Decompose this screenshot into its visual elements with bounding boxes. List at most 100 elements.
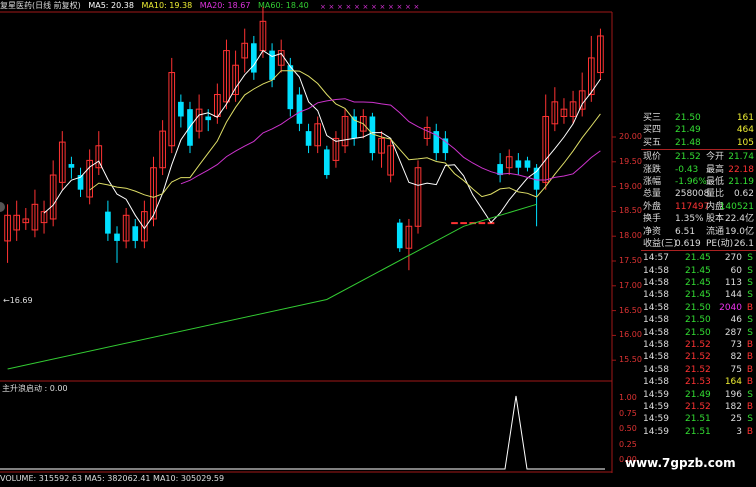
price-tick: 16.00 [619,330,642,340]
trade-volume: 46 [730,315,742,326]
trade-price: 21.45 [685,265,711,276]
stat-value-2: 140521 [719,201,754,212]
indicator-tick: 1.00 [619,393,637,402]
trade-price: 21.52 [685,352,711,363]
trade-price: 21.50 [685,315,711,326]
stat-value: 0.619 [675,238,701,249]
ma20-label: MA20: 18.67 [199,1,251,10]
candle-body [396,222,403,249]
trade-volume: 113 [724,278,742,289]
trade-price: 21.45 [685,253,711,264]
signal-marker: × [346,3,352,11]
trade-row[interactable]: 14:58 21.45 113 S [641,277,756,289]
ma60-label: MA60: 18.40 [258,1,309,10]
ma5-label: MA5: 20.38 [88,1,134,10]
trade-volume: 75 [730,364,742,375]
stat-value: 258008 [675,189,710,200]
panel-divider [641,149,756,151]
stat-label: 总量 [643,189,662,200]
trade-row[interactable]: 14:58 21.52 82 B [641,351,756,363]
bid-volume: 161 [736,113,754,123]
chart-header: 复星医药(日线 前复权) MA5: 20.38 MA10: 19.38 MA20… [0,0,314,12]
trade-list[interactable]: 14:57 21.45 270 S 14:58 21.45 60 S 14:58 2… [641,252,756,438]
trade-volume: 3 [736,426,742,437]
signal-marker: × [414,3,420,11]
candle-body [478,222,486,225]
price-tick: 19.00 [619,181,642,191]
stats-list: 现价 21.52 今开 21.74 涨跌 -0.43 最高 22.18 涨幅 -1.… [641,151,756,252]
trade-row[interactable]: 14:59 21.52 182 B [641,401,756,413]
trade-direction: B [746,302,753,313]
stat-value-2: 22.18 [728,164,754,175]
trade-volume: 2040 [719,302,742,313]
bid-row[interactable]: 买五 21.48 105 [641,137,756,149]
indicator-tick: 0.75 [619,408,637,418]
stat-row: 涨幅 -1.96% 最低 21.19 [641,176,756,188]
signal-marker: × [320,3,326,11]
trade-volume: 182 [724,401,742,412]
stat-row: 总量 258008 量比 0.62 [641,188,756,200]
trade-volume: 287 [724,327,742,338]
stat-label-2: 最低 [706,176,725,187]
candle-body [451,222,458,225]
trade-row[interactable]: 14:58 21.52 75 B [641,364,756,376]
stat-label: 涨幅 [643,176,662,187]
price-tick: 15.50 [619,355,642,365]
trade-direction: B [746,340,753,351]
candle-body [178,101,184,117]
trade-row[interactable]: 14:59 21.51 3 B [641,426,756,438]
stat-label: 收益(三) [643,238,678,249]
price-tick: 17.50 [619,256,642,265]
stat-label: 外盘 [643,201,662,212]
trade-row[interactable]: 14:57 21.45 270 S [641,252,756,264]
trade-time: 14:58 [643,340,669,351]
bid-volume: 105 [736,137,754,148]
signal-marker: × [380,3,386,11]
trade-time: 14:59 [643,426,669,437]
candle-body [287,65,294,110]
stat-value: -1.96% [675,176,707,187]
candle-body [132,226,139,241]
trade-price: 21.51 [685,426,711,437]
stat-label-2: 量比 [706,189,725,200]
candle-body [68,164,75,168]
price-tick: 19.50 [619,156,642,166]
candle-body [251,43,257,73]
trade-row[interactable]: 14:59 21.49 196 S [641,389,756,401]
low-price-marker: ←16.69 [3,296,33,305]
price-tick: 17.00 [619,280,642,290]
signal-marker: × [329,3,335,11]
stat-label-2: PE(动) [706,238,734,249]
signal-marker: × [405,3,411,11]
stat-value: 117497 [675,201,710,212]
trade-row[interactable]: 14:58 21.50 287 S [641,327,756,339]
candle-body [524,160,531,168]
trade-volume: 144 [724,290,742,301]
trade-direction: B [746,364,753,375]
trade-price: 21.52 [685,340,711,351]
panel-divider [641,250,756,252]
bid-row[interactable]: 买四 21.49 464 [641,124,756,136]
trade-time: 14:58 [643,278,669,289]
trade-volume: 270 [724,253,742,264]
trade-price: 21.50 [685,302,711,313]
trade-price: 21.52 [685,364,711,375]
stat-value-2: 0.62 [733,189,754,200]
trade-row[interactable]: 14:58 21.45 144 S [641,289,756,301]
trade-volume: 82 [730,352,742,363]
candle-body [515,160,522,168]
stat-label-2: 最高 [706,164,725,175]
stat-label-2: 今开 [706,152,725,163]
trade-volume: 60 [730,265,742,276]
trade-row[interactable]: 14:59 21.51 25 S [641,413,756,425]
signal-marker: × [337,3,343,11]
trade-row[interactable]: 14:58 21.50 46 S [641,314,756,326]
price-tick: 20.00 [619,132,642,141]
trade-row[interactable]: 14:58 21.45 60 S [641,265,756,277]
bid-row[interactable]: 买三 21.50 161 [641,112,756,124]
trade-row[interactable]: 14:58 21.50 2040 B [641,302,756,314]
indicator-line [0,395,605,470]
trade-row[interactable]: 14:58 21.52 73 B [641,339,756,351]
trade-volume: 196 [724,389,742,400]
trade-row[interactable]: 14:58 21.53 164 B [641,376,756,388]
